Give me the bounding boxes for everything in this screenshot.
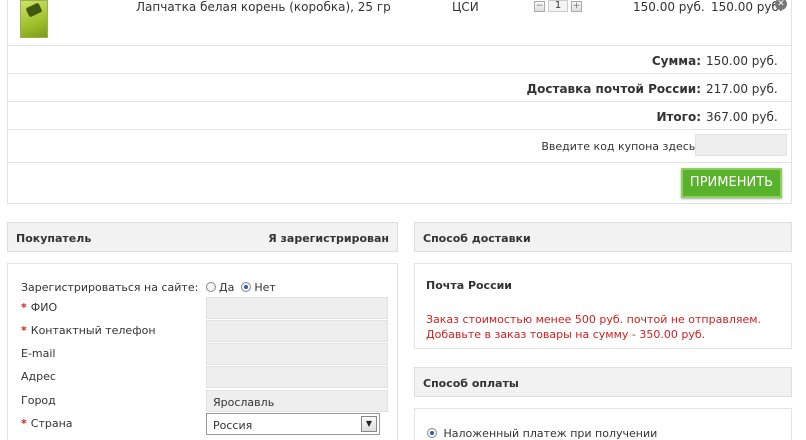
product-manufacturer: ЦСИ [452,0,479,14]
register-radios: Да Нет [206,281,276,294]
payment-panel-title: Способ оплаты [423,377,519,390]
payment-option-label[interactable]: Наложенный платеж при получении [444,427,658,440]
product-name[interactable]: Лапчатка белая корень (коробка), 25 гр [136,0,391,14]
fio-field[interactable] [206,297,388,319]
shipping-warning-line-2: Добавьте в заказ товары на сумму - 350.0… [426,328,706,341]
email-field[interactable] [206,343,388,365]
delivery-value: 217.00 руб. [706,82,778,96]
product-price: 150.00 руб. [633,0,705,14]
subtotal-label: Сумма: [651,54,701,68]
quantity-stepper: − 1 + [534,0,582,12]
shipping-panel: Почта России Заказ стоимостью менее 500 … [414,263,792,349]
required-mark: * [21,301,27,314]
register-yes-label[interactable]: Да [219,281,234,294]
cart-table: Лапчатка белая корень (коробка), 25 гр Ц… [7,0,792,204]
chevron-down-icon[interactable]: ▼ [361,416,377,432]
cart-product-row: Лапчатка белая корень (коробка), 25 гр Ц… [8,0,791,46]
fio-label: ФИО [30,301,58,314]
shipping-warning-line-1: Заказ стоимостью менее 500 руб. почтой н… [426,313,762,326]
buyer-form: Зарегистрироваться на сайте: Да Нет * ФИО… [7,263,398,440]
subtotal-value: 150.00 руб. [706,54,778,68]
remove-icon[interactable]: ✕ [775,0,787,10]
city-row: Город Ярославль [21,390,388,412]
minus-icon[interactable]: − [534,0,545,12]
address-field[interactable] [206,366,388,388]
payment-option[interactable]: Наложенный платеж при получении [427,427,657,440]
register-no-radio[interactable] [241,282,252,292]
delivery-row: Доставка почтой России: 217.00 руб. [8,74,791,102]
country-select[interactable]: Россия ▼ [206,413,380,435]
subtotal-row: Сумма: 150.00 руб. [8,46,791,74]
required-mark: * [21,324,27,337]
apply-coupon-button[interactable]: ПРИМЕНИТЬ [681,168,782,198]
buyer-panel-header: Покупатель Я зарегистрирован [7,222,398,252]
grand-total-label: Итого: [656,110,701,124]
register-row: Зарегистрироваться на сайте: Да Нет [21,277,386,299]
coupon-row: Введите код купона здесь: [8,130,791,163]
shipping-method-title: Почта России [426,279,513,292]
buyer-panel-title: Покупатель [16,232,92,245]
registered-link[interactable]: Я зарегистрирован [268,232,389,245]
payment-panel: Наложенный платеж при получении [414,408,792,440]
email-label: E-mail [21,347,56,360]
shipping-warning: Заказ стоимостью менее 500 руб. почтой н… [426,312,761,342]
payment-panel-header: Способ оплаты [414,367,792,397]
register-yes-radio[interactable] [206,282,216,292]
register-no-label[interactable]: Нет [254,281,275,294]
phone-field[interactable] [206,320,388,342]
address-label: Адрес [21,370,56,383]
country-row: * Страна Россия ▼ [21,413,386,435]
shipping-panel-header: Способ доставки [414,222,792,252]
city-label: Город [21,394,56,407]
address-row: Адрес [21,366,388,388]
phone-row: * Контактный телефон [21,320,388,342]
phone-label: Контактный телефон [30,324,156,337]
delivery-label: Доставка почтой России: [526,82,701,96]
coupon-label: Введите код купона здесь: [541,140,699,153]
product-total: 150.00 руб. [711,0,783,14]
register-label: Зарегистрироваться на сайте: [21,281,199,294]
required-mark: * [21,417,27,430]
shipping-panel-title: Способ доставки [423,232,531,245]
plus-icon[interactable]: + [571,0,582,12]
grand-total-value: 367.00 руб. [706,110,778,124]
city-field[interactable]: Ярославль [206,390,388,412]
coupon-input[interactable] [695,134,787,156]
product-thumbnail[interactable] [20,0,48,38]
payment-option-radio[interactable] [427,428,437,438]
country-label: Страна [30,417,73,430]
fio-row: * ФИО [21,297,388,319]
email-row: E-mail [21,343,388,365]
grand-total-row: Итого: 367.00 руб. [8,102,791,130]
country-value: Россия [213,419,253,432]
quantity-input[interactable]: 1 [548,0,568,12]
